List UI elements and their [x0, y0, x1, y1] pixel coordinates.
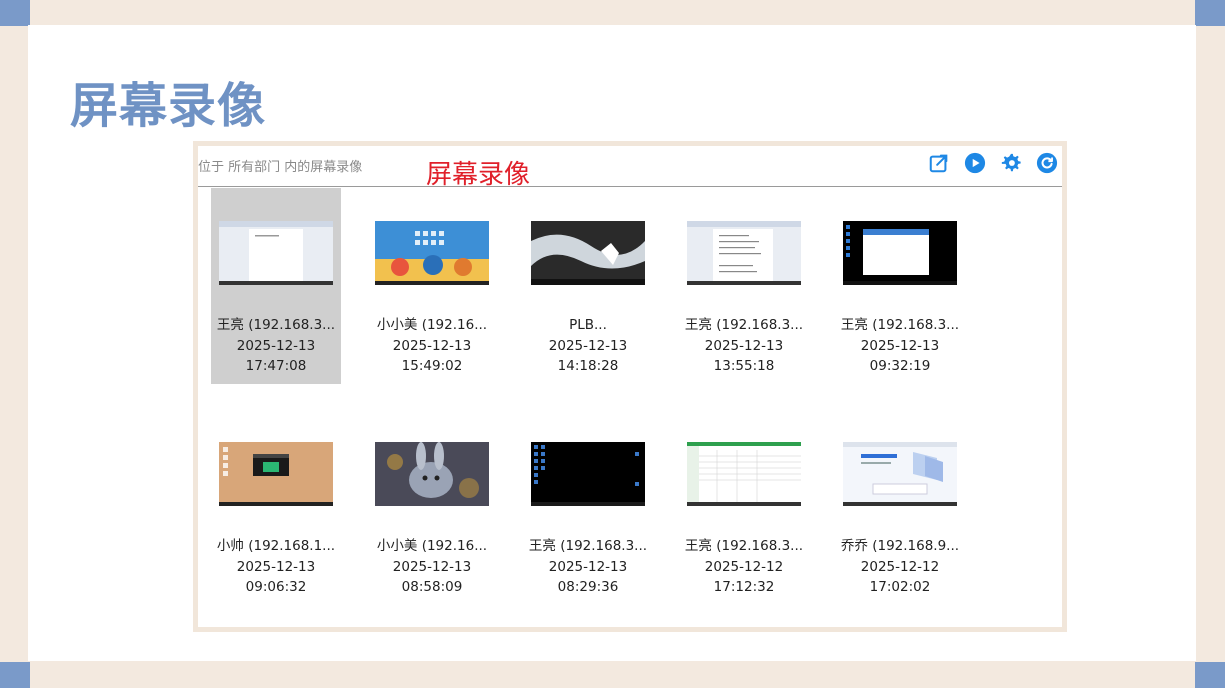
- recording-caption: 王亮 (192.168.3... 2025-12-13 08:29:36: [523, 536, 653, 598]
- recording-thumbnail[interactable]: [531, 442, 645, 506]
- recording-date: 2025-12-13: [236, 558, 316, 575]
- recording-date: 2025-12-13: [548, 337, 628, 354]
- recording-panel: 位于 所有部门 内的屏幕录像 屏幕录像 王亮 (192.168.3... 202…: [198, 146, 1062, 627]
- recording-name: 王亮 (192.168.3...: [684, 317, 804, 333]
- recording-caption: 小帅 (192.168.1... 2025-12-13 09:06:32: [211, 536, 341, 598]
- recording-thumbnail[interactable]: [687, 221, 801, 285]
- play-icon[interactable]: [964, 152, 986, 174]
- recording-thumbnail[interactable]: [531, 221, 645, 285]
- recording-item[interactable]: 乔乔 (192.168.9... 2025-12-12 17:02:02: [835, 409, 965, 605]
- recording-name: 王亮 (192.168.3...: [216, 317, 336, 333]
- recording-thumbnail[interactable]: [375, 221, 489, 285]
- recording-name: 王亮 (192.168.3...: [840, 317, 960, 333]
- recording-thumbnail[interactable]: [843, 221, 957, 285]
- export-icon[interactable]: [928, 152, 950, 174]
- recording-caption: 乔乔 (192.168.9... 2025-12-12 17:02:02: [835, 536, 965, 598]
- red-annotation-label: 屏幕录像: [426, 160, 531, 190]
- recording-date: 2025-12-13: [860, 337, 940, 354]
- recording-time: 15:49:02: [401, 358, 463, 374]
- recording-item[interactable]: 王亮 (192.168.3... 2025-12-13 17:47:08: [211, 188, 341, 384]
- breadcrumb: 位于 所有部门 内的屏幕录像: [198, 160, 363, 175]
- refresh-icon[interactable]: [1036, 152, 1058, 174]
- recording-name: 小小美 (192.16...: [376, 538, 488, 554]
- slide-title: 屏幕录像: [70, 78, 267, 134]
- recording-item[interactable]: 小帅 (192.168.1... 2025-12-13 09:06:32: [211, 409, 341, 605]
- recording-thumbnail[interactable]: [219, 221, 333, 285]
- recording-time: 14:18:28: [557, 358, 619, 374]
- recording-time: 09:32:19: [869, 358, 931, 374]
- corner-decoration: [1195, 0, 1225, 26]
- recording-caption: PLB... 2025-12-13 14:18:28: [523, 315, 653, 377]
- recording-thumbnail[interactable]: [843, 442, 957, 506]
- gear-icon[interactable]: [1000, 152, 1022, 174]
- corner-decoration: [1195, 662, 1225, 688]
- recording-time: 17:02:02: [869, 579, 931, 595]
- recording-thumbnail[interactable]: [219, 442, 333, 506]
- recording-time: 09:06:32: [245, 579, 307, 595]
- recording-item[interactable]: 王亮 (192.168.3... 2025-12-13 13:55:18: [679, 188, 809, 384]
- recording-thumbnail[interactable]: [375, 442, 489, 506]
- recording-date: 2025-12-13: [548, 558, 628, 575]
- recording-caption: 小小美 (192.16... 2025-12-13 15:49:02: [367, 315, 497, 377]
- recording-caption: 王亮 (192.168.3... 2025-12-13 17:47:08: [211, 315, 341, 377]
- recording-time: 08:58:09: [401, 579, 463, 595]
- recording-item[interactable]: 王亮 (192.168.3... 2025-12-12 17:12:32: [679, 409, 809, 605]
- recording-date: 2025-12-13: [392, 337, 472, 354]
- recording-name: 小小美 (192.16...: [376, 317, 488, 333]
- recording-date: 2025-12-13: [236, 337, 316, 354]
- screenshot-frame: 位于 所有部门 内的屏幕录像 屏幕录像 王亮 (192.168.3... 202…: [193, 141, 1067, 632]
- recording-date: 2025-12-13: [392, 558, 472, 575]
- recording-name: PLB...: [569, 317, 607, 333]
- recording-name: 乔乔 (192.168.9...: [840, 538, 960, 554]
- recording-date: 2025-12-12: [860, 558, 940, 575]
- recording-date: 2025-12-12: [704, 558, 784, 575]
- recording-name: 王亮 (192.168.3...: [684, 538, 804, 554]
- recording-date: 2025-12-13: [704, 337, 784, 354]
- recording-item[interactable]: PLB... 2025-12-13 14:18:28: [523, 188, 653, 384]
- recording-time: 13:55:18: [713, 358, 775, 374]
- recording-name: 王亮 (192.168.3...: [528, 538, 648, 554]
- toolbar: 位于 所有部门 内的屏幕录像 屏幕录像: [198, 146, 1062, 190]
- recording-name: 小帅 (192.168.1...: [216, 538, 336, 554]
- recording-item[interactable]: 小小美 (192.16... 2025-12-13 08:58:09: [367, 409, 497, 605]
- toolbar-icons: [928, 152, 1058, 174]
- recording-time: 08:29:36: [557, 579, 619, 595]
- recording-thumbnail[interactable]: [687, 442, 801, 506]
- recording-item[interactable]: 王亮 (192.168.3... 2025-12-13 08:29:36: [523, 409, 653, 605]
- corner-decoration: [0, 662, 30, 688]
- recording-time: 17:12:32: [713, 579, 775, 595]
- recording-time: 17:47:08: [245, 358, 307, 374]
- recording-caption: 王亮 (192.168.3... 2025-12-13 13:55:18: [679, 315, 809, 377]
- recording-item[interactable]: 王亮 (192.168.3... 2025-12-13 09:32:19: [835, 188, 965, 384]
- recording-caption: 王亮 (192.168.3... 2025-12-12 17:12:32: [679, 536, 809, 598]
- recording-item[interactable]: 小小美 (192.16... 2025-12-13 15:49:02: [367, 188, 497, 384]
- recording-caption: 王亮 (192.168.3... 2025-12-13 09:32:19: [835, 315, 965, 377]
- recording-caption: 小小美 (192.16... 2025-12-13 08:58:09: [367, 536, 497, 598]
- corner-decoration: [0, 0, 30, 26]
